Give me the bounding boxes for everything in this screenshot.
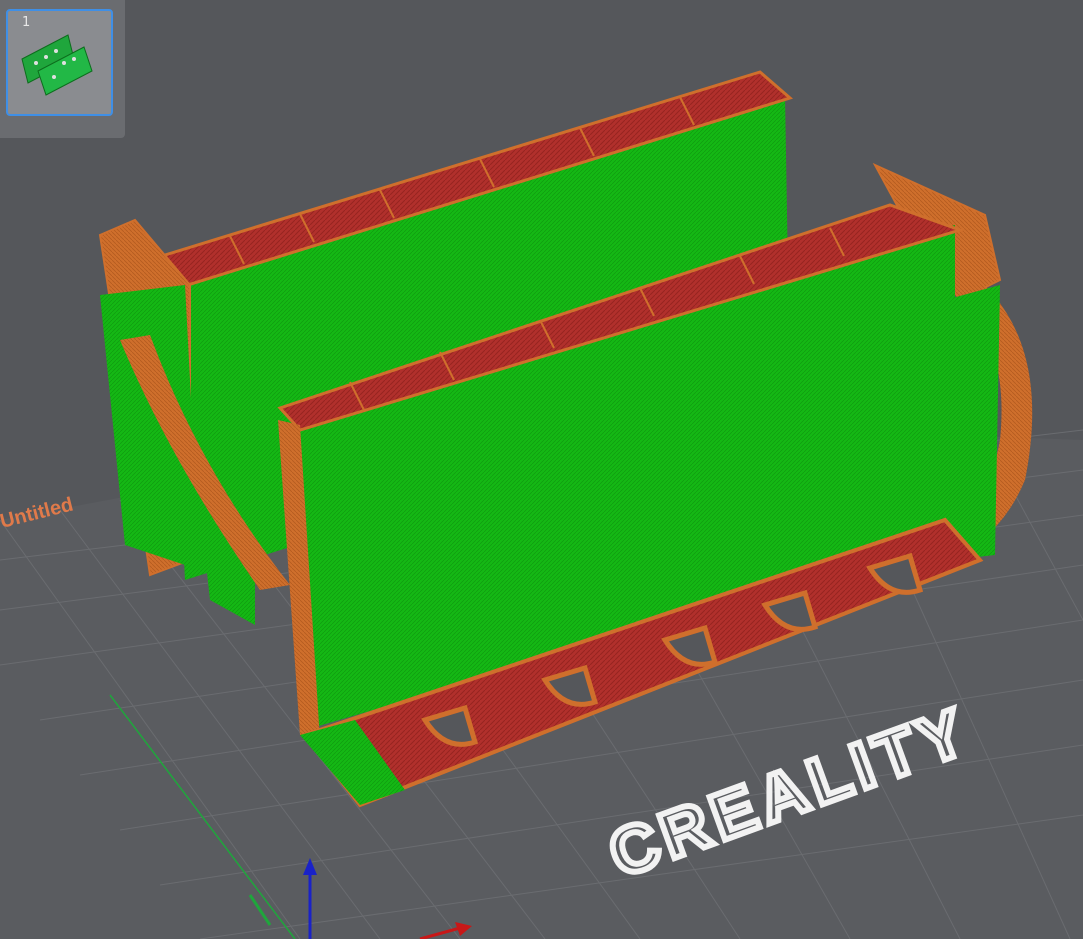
3d-viewport[interactable]: Untitled CREALITY [0,0,1083,939]
model-thumbnail-icon [21,34,93,96]
plate-number: 1 [22,15,31,30]
plate-thumbnail[interactable]: 1 [6,9,113,116]
plate-list-panel: 1 [0,0,125,138]
